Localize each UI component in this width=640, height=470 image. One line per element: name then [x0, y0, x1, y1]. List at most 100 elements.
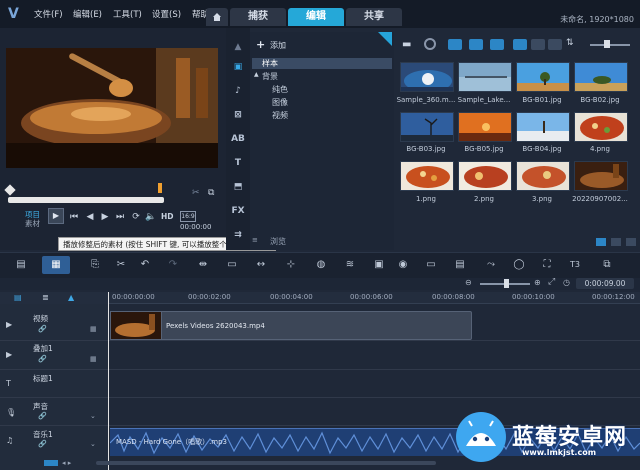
thumbnail-item[interactable]	[400, 112, 454, 142]
add-icon[interactable]: +	[256, 38, 265, 51]
chapter-icon[interactable]: ≣	[42, 293, 49, 302]
tree-expand-icon[interactable]: ▲	[254, 71, 259, 78]
snapshot-icon[interactable]: ✂	[192, 188, 204, 200]
mode-clip[interactable]: 素材	[25, 218, 40, 229]
loop-icon[interactable]: ◯	[512, 258, 526, 272]
timeline-scrollbar[interactable]	[96, 461, 436, 465]
track-manager-icon[interactable]: ▤	[14, 293, 22, 302]
go-start-button[interactable]: ⏮	[68, 211, 80, 223]
play-button[interactable]: ▶	[48, 208, 64, 224]
scroll-left-button[interactable]	[44, 460, 58, 466]
thumbnail-item[interactable]	[574, 62, 628, 92]
go-end-button[interactable]: ⏭	[114, 211, 126, 223]
repeat-button[interactable]: ⟳	[130, 211, 142, 223]
add-folder-button[interactable]: 添加	[270, 40, 286, 51]
subtitle-icon[interactable]: ▣	[372, 258, 386, 272]
browse-button[interactable]: 浏览	[270, 236, 286, 247]
home-tab[interactable]	[206, 8, 228, 26]
lib-option-icon[interactable]	[611, 238, 621, 246]
tab-edit[interactable]: 编辑	[288, 8, 344, 26]
record-icon[interactable]	[424, 38, 436, 50]
browse-icon[interactable]: ≡	[252, 236, 258, 244]
multicam-icon[interactable]: ▤	[453, 258, 467, 272]
tree-item-background[interactable]: 背景	[262, 71, 278, 82]
video-clip[interactable]	[110, 311, 472, 340]
title-icon[interactable]: T	[230, 158, 246, 172]
playhead[interactable]	[108, 292, 109, 470]
view-thumbnail-icon[interactable]	[513, 39, 527, 50]
tree-item-solid[interactable]: 纯色	[272, 84, 288, 95]
view-detail-icon[interactable]	[548, 39, 562, 50]
mask-icon[interactable]: ◉	[396, 258, 410, 272]
preview-video-frame[interactable]	[6, 48, 218, 168]
thumbnail-item[interactable]	[458, 62, 512, 92]
track-grid-icon[interactable]: ▦	[90, 355, 97, 363]
volume-icon[interactable]: 🔈	[145, 211, 157, 223]
fit-timeline-icon[interactable]: ⤢	[548, 277, 555, 287]
lib-option-icon[interactable]	[596, 238, 606, 246]
thumbnail-item[interactable]	[516, 112, 570, 142]
sort-icon[interactable]: ⇅	[566, 38, 574, 48]
ripple-icon[interactable]: ▲	[68, 293, 74, 302]
trim-end-marker[interactable]	[158, 183, 162, 193]
instant-project-icon[interactable]: ♪	[230, 86, 246, 100]
tools-icon[interactable]: ✂	[114, 258, 128, 272]
timecode-display[interactable]: 00:00:00	[180, 223, 211, 233]
track-expand-icon[interactable]: ⌄	[90, 440, 96, 448]
thumbnail-item[interactable]	[574, 161, 628, 191]
thumbnail-item[interactable]	[574, 112, 628, 142]
thumbnail-item[interactable]	[516, 62, 570, 92]
tab-capture[interactable]: 捕获	[230, 8, 286, 26]
graphic-icon[interactable]: ⬒	[230, 182, 246, 196]
thumbnail-item[interactable]	[458, 161, 512, 191]
storyboard-view-icon[interactable]: ▤	[14, 258, 28, 272]
audio-icon[interactable]: ≋	[343, 258, 357, 272]
media-category-icon[interactable]: ▣	[230, 62, 246, 76]
zoom-slider-handle[interactable]	[504, 279, 509, 288]
filter-video-icon[interactable]	[448, 39, 462, 50]
thumbnail-item[interactable]	[400, 62, 454, 92]
copy-icon[interactable]: ⧉	[208, 188, 220, 200]
color-icon[interactable]: ◍	[314, 258, 328, 272]
undo-icon[interactable]: ↶	[138, 258, 152, 272]
fx-icon[interactable]: FX	[230, 206, 246, 220]
transition-icon[interactable]: ⊠	[230, 110, 246, 124]
tree-item-image[interactable]: 图像	[272, 97, 288, 108]
preview-scrub-bar[interactable]	[8, 197, 164, 203]
menu-file[interactable]: 文件(F)	[34, 8, 63, 20]
tree-item-video[interactable]: 视频	[272, 110, 288, 121]
zoom-out-icon[interactable]: ⊖	[465, 278, 472, 287]
fit-icon[interactable]: ↔	[254, 258, 268, 272]
zoom-in-icon[interactable]: ⊕	[534, 278, 541, 287]
clipboard-icon[interactable]: ⎘	[88, 258, 102, 272]
export-icon[interactable]: ⧉	[600, 258, 614, 272]
track-motion-icon[interactable]: ⊹	[284, 258, 298, 272]
lib-option-icon[interactable]	[626, 238, 636, 246]
aspect-selector[interactable]: 16:9	[180, 211, 196, 222]
crop-icon[interactable]: ⛶	[540, 258, 554, 272]
filter-photo-icon[interactable]	[469, 39, 483, 50]
thumbnail-item[interactable]	[516, 161, 570, 191]
thumbnail-item[interactable]	[458, 112, 512, 142]
track-link-icon[interactable]: 🔗	[38, 355, 47, 363]
track-link-icon[interactable]: 🔗	[38, 325, 47, 333]
menu-edit[interactable]: 编辑(E)	[73, 8, 102, 20]
hd-toggle[interactable]: HD	[161, 211, 174, 223]
thumbnail-item[interactable]	[400, 161, 454, 191]
menu-settings[interactable]: 设置(S)	[152, 8, 181, 20]
folder-icon[interactable]: ▬	[402, 39, 416, 50]
thumb-size-slider-handle[interactable]	[604, 40, 610, 48]
filter-audio-icon[interactable]	[490, 39, 504, 50]
speed-icon[interactable]: ⤳	[484, 258, 498, 272]
timeline-duration[interactable]: 0:00:09.00	[576, 278, 634, 289]
view-list-icon[interactable]	[531, 39, 545, 50]
track-link-icon[interactable]: 🔗	[38, 412, 47, 420]
track-expand-icon[interactable]: ⌄	[90, 412, 96, 420]
prev-frame-button[interactable]: ◀	[84, 211, 96, 223]
scroll-arrows-icon[interactable]: ◂ ▸	[62, 459, 71, 467]
library-up-icon[interactable]: ▲	[230, 42, 246, 56]
more-icon[interactable]: ⇉	[230, 230, 246, 244]
menu-tools[interactable]: 工具(T)	[113, 8, 142, 20]
thumb-size-slider[interactable]	[590, 44, 630, 46]
split-icon[interactable]: ⇹	[196, 258, 210, 272]
